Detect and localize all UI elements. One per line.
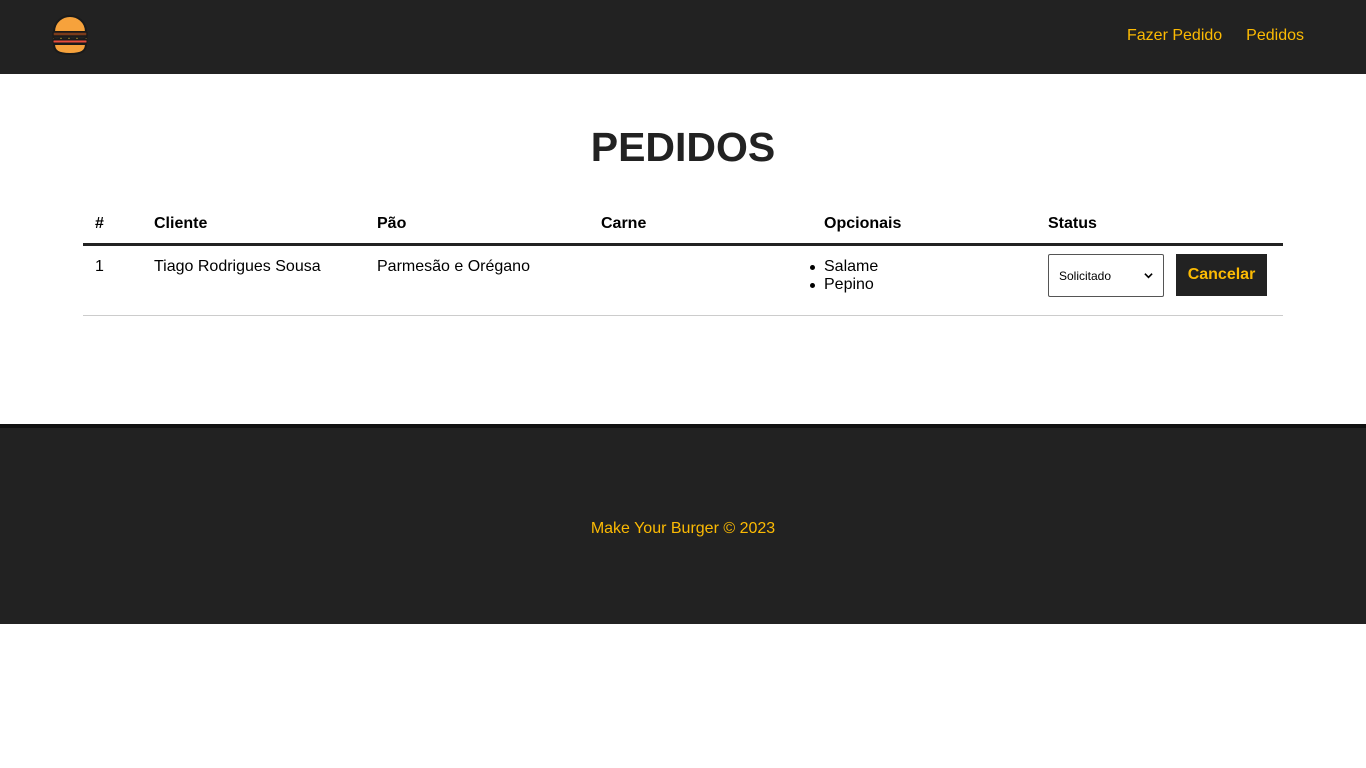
nav-link-pedidos[interactable]: Pedidos	[1246, 27, 1304, 45]
header-id: #	[95, 214, 104, 232]
status-select-value: Solicitado	[1059, 268, 1112, 283]
footer: Make Your Burger © 2023	[0, 424, 1366, 624]
table-row: 1 Tiago Rodrigues Sousa Parmesão e Oréga…	[83, 246, 1283, 316]
opcional-item: Pepino	[810, 276, 1048, 294]
chevron-down-icon	[1144, 273, 1153, 279]
order-opcionais: Salame Pepino	[810, 258, 1048, 315]
order-status-cell: Solicitado Cancelar	[1048, 254, 1283, 315]
header-pao: Pão	[377, 214, 407, 232]
order-cliente: Tiago Rodrigues Sousa	[154, 258, 321, 275]
status-select[interactable]: Solicitado	[1048, 254, 1164, 297]
cancel-button[interactable]: Cancelar	[1176, 254, 1267, 296]
footer-text: Make Your Burger © 2023	[590, 520, 776, 537]
table-header: # Cliente Pão Carne Opcionais Status	[83, 204, 1283, 246]
nav-link-fazer-pedido[interactable]: Fazer Pedido	[1127, 27, 1222, 45]
order-carne	[601, 258, 824, 315]
header-cliente: Cliente	[154, 214, 208, 232]
nav-links: Fazer Pedido Pedidos	[1127, 27, 1304, 45]
page-title: PEDIDOS	[590, 124, 776, 170]
navbar: Fazer Pedido Pedidos	[0, 0, 1366, 74]
header-opcionais: Opcionais	[824, 214, 902, 232]
opcionais-list: Salame Pepino	[810, 258, 1048, 294]
burger-icon[interactable]	[51, 15, 89, 55]
header-carne: Carne	[601, 214, 647, 232]
order-pao: Parmesão e Orégano	[377, 258, 530, 275]
header-status: Status	[1048, 214, 1097, 232]
opcional-item: Salame	[810, 258, 1048, 276]
orders-table: # Cliente Pão Carne Opcionais Status 1 T…	[83, 204, 1283, 316]
order-id: 1	[95, 258, 104, 275]
status-controls: Solicitado Cancelar	[1048, 254, 1283, 297]
